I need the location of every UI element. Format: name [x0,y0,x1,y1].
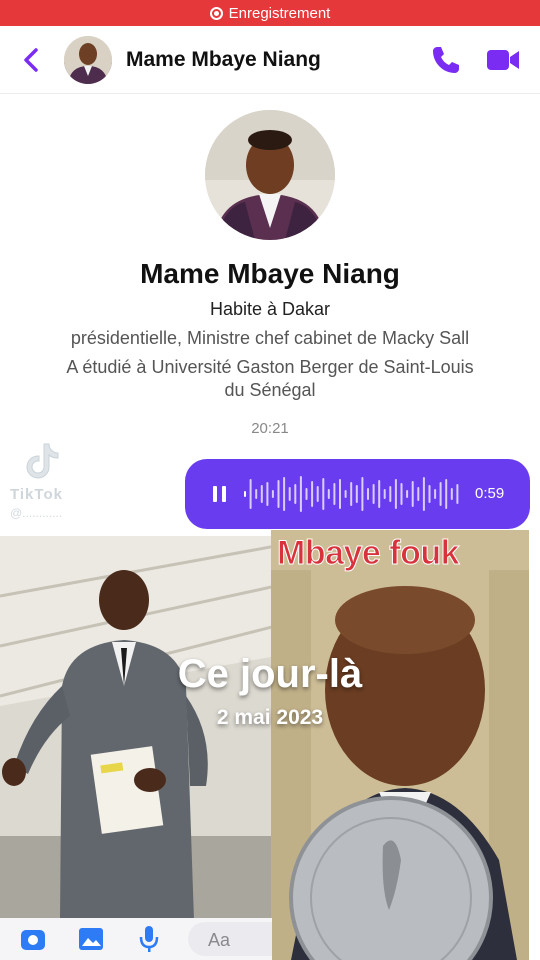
voice-message-bubble[interactable]: 0:59 [185,459,530,529]
meme-caption: Mbaye fouk [276,534,460,573]
waveform-bar [311,481,314,507]
waveform-bar [406,490,409,498]
waveform-bar [260,485,263,503]
pause-icon[interactable] [213,486,227,502]
waveform-bar [322,478,325,510]
waveform-bar [288,487,291,501]
profile-location: Habite à Dakar [209,299,331,319]
contact-name[interactable]: Mame Mbaye Niang [126,48,321,72]
image-icon[interactable] [76,924,106,954]
voice-duration: 0:59 [475,485,505,502]
overlay-headline: Ce jour-là [177,652,363,696]
waveform-bar [255,489,258,499]
waveform-bar [400,483,403,505]
tiktok-brand: TikTok [10,486,63,503]
waveform-bar [439,482,442,506]
profile-name: Mame Mbaye Niang [140,258,400,289]
waveform-bar [266,482,269,506]
waveform-bar [372,484,375,504]
waveform-bar [277,480,280,508]
waveform-bar [344,490,347,498]
waveform-bar [378,480,381,508]
tiktok-watermark: TikTok @............ [10,440,150,522]
waveform-bar [249,479,252,509]
profile-education-cont: du Sénégal [224,380,316,400]
chat-header: Mame Mbaye Niang [0,26,540,94]
waveform-bar [361,477,364,511]
profile-work: présidentielle, Ministre chef cabinet de… [70,328,470,348]
waveform-bar [428,485,431,503]
tiktok-handle: @............ [10,506,63,520]
record-icon [209,6,223,20]
waveform-bar [355,485,358,503]
waveform-bar [327,489,330,499]
message-input[interactable]: Aa [188,922,272,956]
tiktok-logo-icon [26,443,59,479]
waveform-bar [411,481,414,507]
waveform-bar [394,479,397,509]
overlay-date: 2 mai 2023 [216,706,324,729]
profile-photo [205,110,335,240]
message-composer: Aa [0,918,272,960]
video-camera-icon[interactable] [486,46,520,74]
meme-photo: Mbaye fouk [271,530,529,960]
waveform-bar [316,486,319,502]
waveform-bar [450,488,453,500]
waveform-bar [244,491,246,497]
waveform-bar [434,489,437,499]
microphone-icon[interactable] [134,924,164,954]
waveform-bar [271,490,274,498]
phone-icon[interactable] [430,44,462,76]
profile-education: A étudié à Université Gaston Berger de S… [66,357,474,377]
waveform-bar [299,476,302,512]
waveform-bar [333,483,336,505]
waveform-bar [283,477,286,511]
audio-waveform[interactable] [243,471,461,517]
waveform-bar [445,479,448,509]
chevron-left-icon[interactable] [20,46,42,74]
waveform-bar [389,486,392,502]
waveform-bar [456,484,459,504]
message-input-placeholder: Aa [208,930,231,950]
waveform-bar [367,488,369,500]
waveform-bar [339,479,341,509]
waveform-bar [305,488,308,500]
waveform-bar [383,489,386,499]
screen-recording-bar: Enregistrement [0,0,540,26]
camera-icon[interactable] [18,924,48,954]
waveform-bar [422,477,425,511]
waveform-bar [350,482,353,506]
contact-avatar[interactable] [64,36,112,84]
recording-label: Enregistrement [228,4,331,22]
waveform-bar [294,484,297,504]
waveform-bar [417,487,420,501]
message-timestamp: 20:21 [251,420,289,437]
